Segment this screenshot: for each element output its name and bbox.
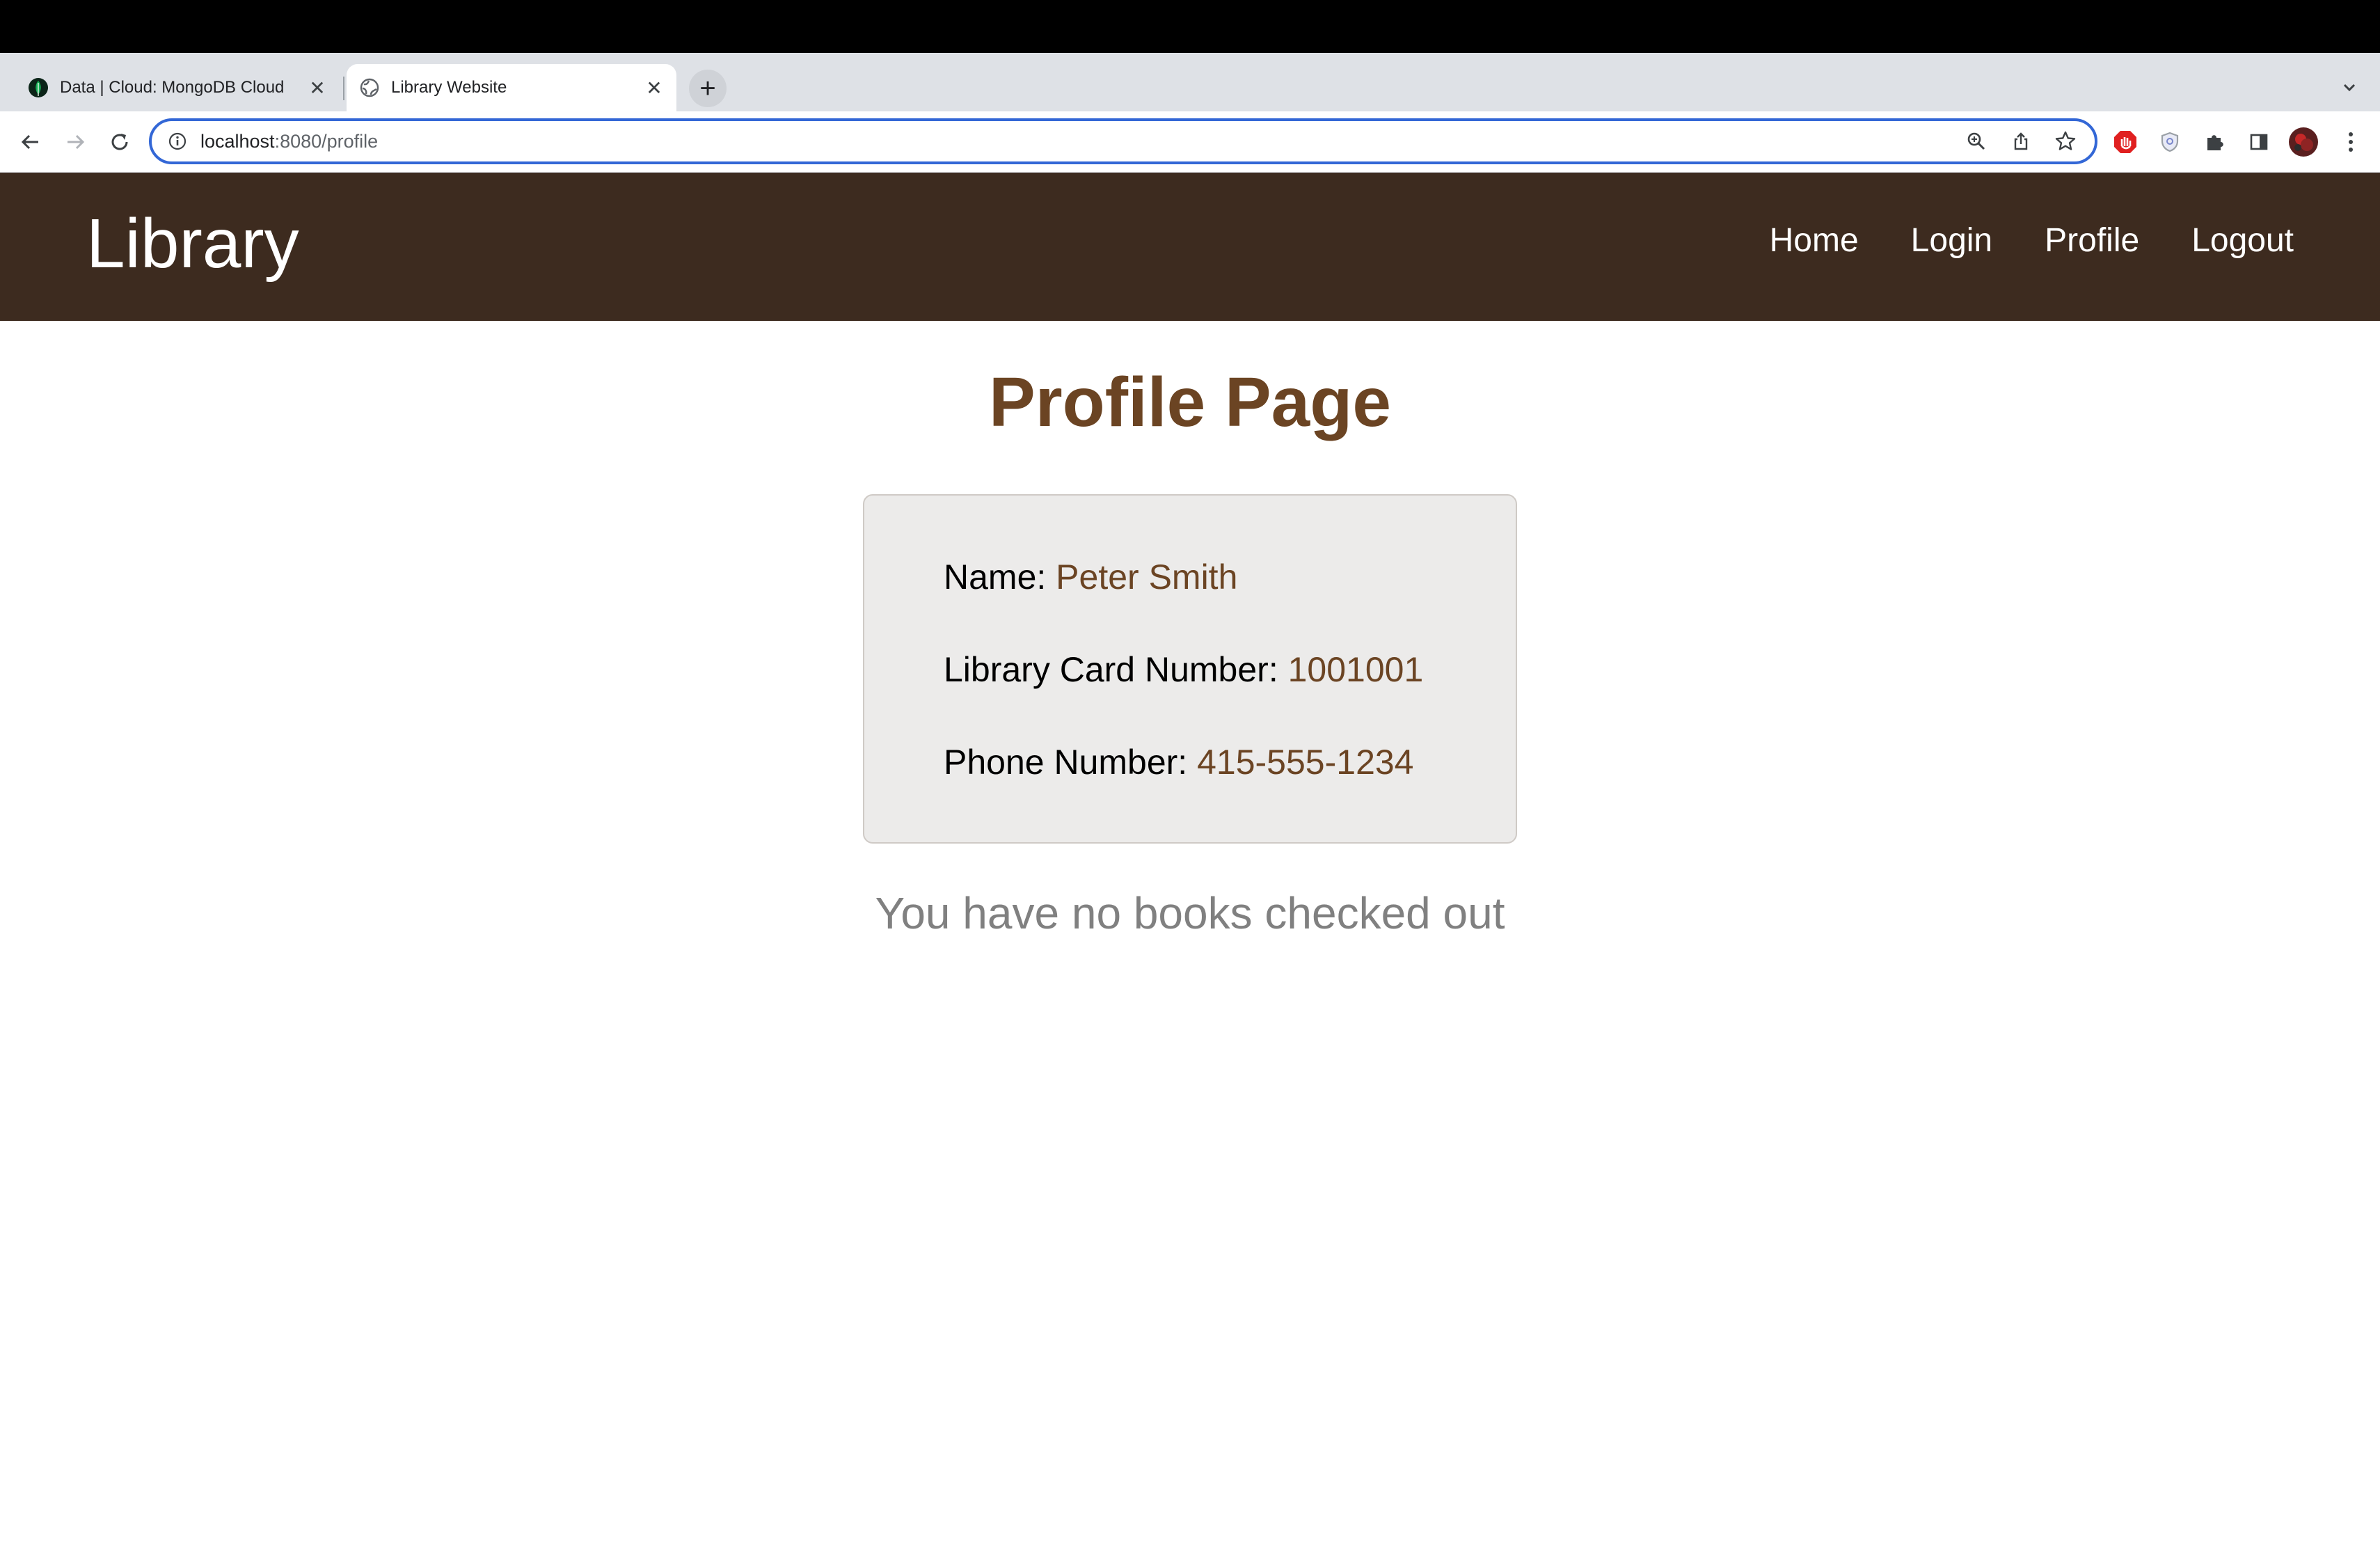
profile-name-row: Name: Peter Smith [944,560,1237,594]
nav-login-link[interactable]: Login [1911,224,1992,258]
tab-library-website[interactable]: Library Website ✕ [347,64,676,111]
browser-tab-strip: Data | Cloud: MongoDB Cloud ✕ Library We… [0,53,2380,111]
shield-extension-icon[interactable] [2155,127,2185,157]
site-brand[interactable]: Library [86,209,299,278]
side-panel-icon[interactable] [2244,127,2274,157]
close-tab-icon[interactable]: ✕ [306,77,328,99]
nav-profile-link[interactable]: Profile [2045,224,2139,258]
profile-phone-row: Phone Number: 415-555-1234 [944,745,1414,780]
profile-avatar[interactable] [2288,127,2319,157]
card-number-value: 1001001 [1287,650,1424,689]
site-nav: Home Login Profile Logout [1770,224,2294,258]
phone-label: Phone Number: [944,743,1188,782]
site-header: Library Home Login Profile Logout [0,173,2380,321]
name-value: Peter Smith [1056,558,1238,596]
address-bar[interactable]: localhost:8080/profile [149,118,2097,164]
bookmark-star-icon[interactable] [2050,126,2081,157]
puzzle-extensions-icon[interactable] [2199,127,2230,157]
mongodb-leaf-icon [28,77,49,98]
adblock-extension-icon[interactable] [2110,127,2141,157]
profile-card-number-row: Library Card Number: 1001001 [944,652,1423,687]
address-url: localhost:8080/profile [200,131,1961,152]
profile-card: Name: Peter Smith Library Card Number: 1… [863,494,1517,844]
url-host: localhost [200,130,275,152]
nav-home-link[interactable]: Home [1770,224,1859,258]
back-arrow-icon[interactable] [13,124,49,160]
globe-icon [359,77,380,98]
browser-toolbar: localhost:8080/profile [0,111,2380,173]
zoom-icon[interactable] [1961,126,1992,157]
nav-logout-link[interactable]: Logout [2191,224,2294,258]
page-title: Profile Page [989,363,1391,441]
name-label: Name: [944,558,1047,596]
kebab-menu-icon[interactable] [2335,127,2366,157]
forward-arrow-icon[interactable] [57,124,93,160]
tab-mongodb-cloud[interactable]: Data | Cloud: MongoDB Cloud ✕ [15,64,340,111]
card-number-label: Library Card Number: [944,650,1278,689]
tab-title: Library Website [391,78,507,97]
url-path: :8080/profile [274,130,379,152]
os-menu-bar [0,0,2380,53]
reload-icon[interactable] [102,124,138,160]
tab-title: Data | Cloud: MongoDB Cloud [60,78,285,97]
tab-search-chevron-icon[interactable] [2335,74,2363,102]
close-tab-icon[interactable]: ✕ [643,77,665,99]
site-info-icon[interactable] [167,131,188,152]
no-books-message: You have no books checked out [875,888,1505,938]
tab-separator [343,77,344,100]
phone-value: 415-555-1234 [1197,743,1414,782]
share-icon[interactable] [2006,126,2036,157]
new-tab-button[interactable]: + [689,70,727,107]
